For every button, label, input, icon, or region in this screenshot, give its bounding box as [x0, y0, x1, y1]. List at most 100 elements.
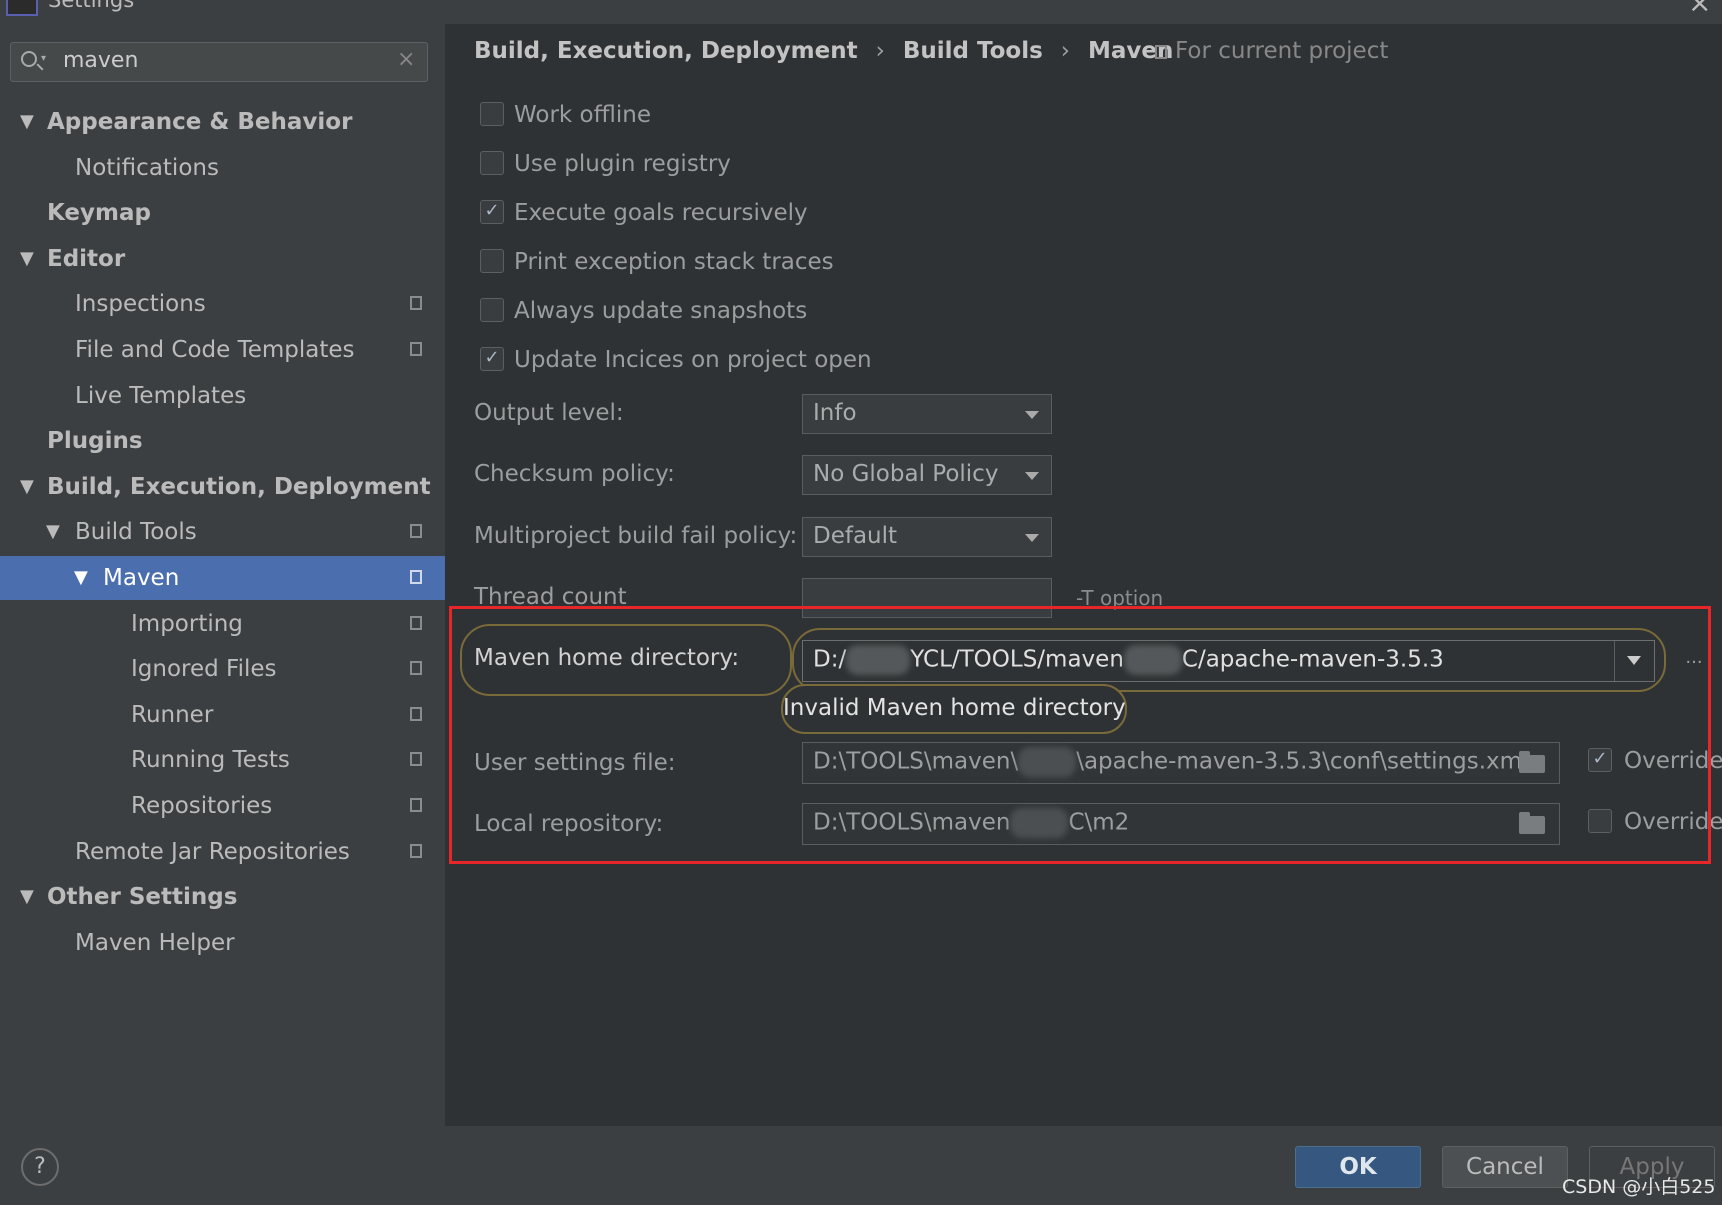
- sidebar-item-label: Importing: [131, 611, 243, 637]
- sidebar-item-running-tests[interactable]: Running Tests: [0, 738, 445, 782]
- sidebar-item-label: Appearance & Behavior: [47, 109, 353, 135]
- output-level-select[interactable]: Info: [802, 394, 1052, 434]
- title-bar: Settings ×: [0, 0, 1722, 24]
- sidebar-item-ignored-files[interactable]: Ignored Files: [0, 647, 445, 691]
- expand-arrow-icon[interactable]: ▼: [20, 237, 34, 281]
- checkbox[interactable]: [480, 298, 504, 322]
- checkbox-label: Use plugin registry: [514, 151, 731, 177]
- checkbox[interactable]: ✓: [480, 200, 504, 224]
- sidebar-item-label: Keymap: [47, 200, 151, 226]
- checkbox[interactable]: [480, 249, 504, 273]
- checksum-policy-label: Checksum policy:: [474, 461, 675, 487]
- watermark: CSDN @小白525: [1562, 1176, 1716, 1198]
- sidebar-item-editor[interactable]: ▼ Editor: [0, 237, 445, 281]
- project-scope-icon: [406, 612, 422, 630]
- checksum-policy-select[interactable]: No Global Policy: [802, 455, 1052, 495]
- project-scope-icon: [406, 840, 422, 858]
- sidebar-item-label: Notifications: [75, 155, 219, 181]
- output-level-label: Output level:: [474, 400, 624, 426]
- project-scope-text: For current project: [1175, 38, 1389, 64]
- sidebar-item-build-tools[interactable]: ▼ Build Tools: [0, 510, 445, 554]
- expand-arrow-icon[interactable]: ▼: [74, 556, 88, 600]
- sidebar-item-label: Ignored Files: [131, 656, 277, 682]
- project-scope-icon: [406, 748, 422, 766]
- sidebar-item-remote-jar-repositories[interactable]: Remote Jar Repositories: [0, 830, 445, 874]
- sidebar-item-plugins[interactable]: Plugins: [0, 419, 445, 463]
- sidebar-item-label: Inspections: [75, 291, 206, 317]
- checkbox-label: Execute goals recursively: [514, 200, 808, 226]
- checkbox-label: Work offline: [514, 102, 651, 128]
- checksum-policy-value: No Global Policy: [813, 461, 999, 487]
- sidebar-item-label: Live Templates: [75, 383, 247, 409]
- sidebar-item-maven-helper[interactable]: Maven Helper: [0, 921, 445, 965]
- sidebar-item-file-and-code-templates[interactable]: File and Code Templates: [0, 328, 445, 372]
- sidebar-item-other-settings[interactable]: ▼ Other Settings: [0, 875, 445, 919]
- close-icon[interactable]: ×: [1688, 0, 1711, 19]
- sidebar-item-notifications[interactable]: Notifications: [0, 146, 445, 190]
- ok-button[interactable]: OK: [1295, 1146, 1421, 1188]
- checkbox-label: Print exception stack traces: [514, 249, 834, 275]
- help-button[interactable]: ?: [21, 1148, 59, 1186]
- breadcrumb-item[interactable]: Build, Execution, Deployment: [474, 38, 858, 64]
- breadcrumb-separator: ›: [1060, 38, 1070, 64]
- fail-policy-value: Default: [813, 523, 898, 549]
- expand-arrow-icon[interactable]: ▼: [46, 510, 60, 554]
- project-scope-icon: [406, 703, 422, 721]
- fail-policy-select[interactable]: Default: [802, 517, 1052, 557]
- sidebar-item-label: Other Settings: [47, 884, 238, 910]
- sidebar-item-label: Maven: [103, 565, 180, 591]
- sidebar-item-maven[interactable]: ▼ Maven: [0, 556, 445, 600]
- sidebar-item-appearance-behavior[interactable]: ▼ Appearance & Behavior: [0, 100, 445, 144]
- sidebar-item-label: Build Tools: [75, 519, 197, 545]
- sidebar-item-keymap[interactable]: Keymap: [0, 191, 445, 235]
- breadcrumb-separator: ›: [875, 38, 885, 64]
- settings-content-panel: [445, 24, 1722, 1126]
- sidebar-item-label: Maven Helper: [75, 930, 235, 956]
- sidebar-item-label: Build, Execution, Deployment: [47, 474, 431, 500]
- breadcrumb-item[interactable]: Build Tools: [903, 38, 1043, 64]
- clear-search-icon[interactable]: ×: [397, 47, 415, 72]
- breadcrumb: Build, Execution, Deployment › Build Tools…: [474, 38, 1173, 64]
- sidebar-item-inspections[interactable]: Inspections: [0, 282, 445, 326]
- chevron-down-icon: [1025, 472, 1039, 480]
- expand-arrow-icon[interactable]: ▼: [20, 875, 34, 919]
- project-scope-icon: [406, 794, 422, 812]
- expand-arrow-icon[interactable]: ▼: [20, 465, 34, 509]
- project-scope-icon: [406, 292, 422, 310]
- settings-search-box[interactable]: ▾ maven ×: [10, 42, 428, 82]
- sidebar-item-runner[interactable]: Runner: [0, 693, 445, 737]
- app-logo-icon: [6, 0, 38, 16]
- search-input[interactable]: maven: [63, 48, 138, 73]
- sidebar-item-label: Running Tests: [131, 747, 290, 773]
- fail-policy-label: Multiproject build fail policy:: [474, 523, 798, 549]
- sidebar-item-label: Plugins: [47, 428, 143, 454]
- sidebar-item-live-templates[interactable]: Live Templates: [0, 374, 445, 418]
- checkbox-label: Update Incices on project open: [514, 347, 872, 373]
- checkbox-label: Always update snapshots: [514, 298, 808, 324]
- project-scope-label: For current project: [1155, 38, 1388, 64]
- sidebar-item-label: Repositories: [131, 793, 273, 819]
- sidebar-item-importing[interactable]: Importing: [0, 602, 445, 646]
- project-scope-icon: [1155, 44, 1167, 59]
- project-scope-icon: [406, 338, 422, 356]
- checkbox[interactable]: [480, 102, 504, 126]
- window-title: Settings: [48, 0, 135, 12]
- checkbox[interactable]: ✓: [480, 347, 504, 371]
- sidebar-item-label: Runner: [131, 702, 214, 728]
- search-options-caret-icon[interactable]: ▾: [41, 53, 46, 64]
- sidebar-item-build-execution-deployment[interactable]: ▼ Build, Execution, Deployment: [0, 465, 445, 509]
- checkbox[interactable]: [480, 151, 504, 175]
- search-icon[interactable]: [21, 51, 37, 67]
- output-level-value: Info: [813, 400, 857, 426]
- sidebar-item-label: File and Code Templates: [75, 337, 355, 363]
- sidebar-item-label: Editor: [47, 246, 126, 272]
- chevron-down-icon: [1025, 534, 1039, 542]
- chevron-down-icon: [1025, 411, 1039, 419]
- project-scope-icon: [406, 566, 422, 584]
- annotation-highlight-box: [449, 606, 1711, 864]
- project-scope-icon: [406, 657, 422, 675]
- sidebar-item-repositories[interactable]: Repositories: [0, 784, 445, 828]
- sidebar-item-label: Remote Jar Repositories: [75, 839, 350, 865]
- expand-arrow-icon[interactable]: ▼: [20, 100, 34, 144]
- cancel-button[interactable]: Cancel: [1442, 1146, 1568, 1188]
